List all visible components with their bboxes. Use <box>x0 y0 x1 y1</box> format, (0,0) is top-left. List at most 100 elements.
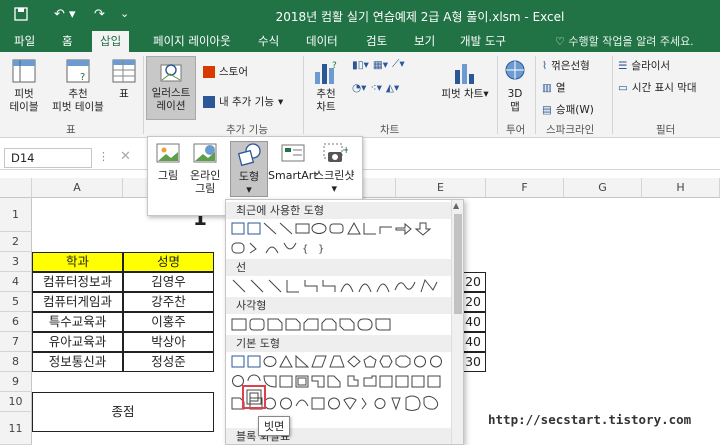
online-pictures-button[interactable]: 온라인 그림 <box>190 141 220 195</box>
area-chart-icon[interactable]: ◭▾ <box>386 82 399 94</box>
scroll-up-icon[interactable]: ▲ <box>453 201 459 210</box>
smartart-button[interactable]: SmartArt <box>268 141 318 182</box>
total-label-cell[interactable]: 종점 <box>32 392 214 432</box>
sparkline-winloss-label: 승패(W) <box>555 104 594 116</box>
tab-review[interactable]: 검토 <box>366 33 387 49</box>
slicer-button[interactable]: ☰ 슬라이서 <box>618 58 670 73</box>
tab-developer[interactable]: 개발 도구 <box>460 33 506 49</box>
screenshot-button[interactable]: + 스크린샷 ▾ <box>314 141 354 195</box>
table-label: 표 <box>119 88 129 100</box>
row-header[interactable]: 1 <box>0 198 32 232</box>
my-addins-button[interactable]: 내 추가 기능 ▾ <box>203 94 283 109</box>
pictures-button[interactable]: 그림 <box>154 141 182 182</box>
rectangles-row[interactable] <box>230 316 450 334</box>
column-chart-icon[interactable]: ▮▯▾ <box>352 59 369 71</box>
store-icon <box>203 65 215 78</box>
column-header[interactable]: A <box>32 178 123 198</box>
row-header[interactable]: 10 <box>0 392 32 412</box>
row-header[interactable]: 7 <box>0 332 32 352</box>
row-header[interactable]: 4 <box>0 272 32 292</box>
recent-shapes-row[interactable]: {} <box>230 221 450 257</box>
charts-group-label: 차트 <box>380 124 400 136</box>
row-header[interactable]: 8 <box>0 352 32 372</box>
row-header[interactable]: 11 <box>0 412 32 445</box>
sparkline-line-label: 꺾은선형 <box>551 60 590 72</box>
chevron-down-icon: ▾ <box>277 95 284 108</box>
smartart-label: SmartArt <box>268 169 318 182</box>
tab-formulas[interactable]: 수식 <box>258 33 279 49</box>
header-cell[interactable]: 성명 <box>123 252 214 272</box>
sparklines-group-label: 스파크라인 <box>546 124 595 136</box>
row-header[interactable]: 9 <box>0 372 32 392</box>
chart-types-row-1[interactable]: ▮▯▾ ▦▾ ⟋▾ <box>352 58 405 71</box>
title-bar: ↶ ▾ ↷ ⌄ 2018년 컴활 실기 연습예제 2급 A형 풀이.xlsm -… <box>0 0 720 30</box>
line-sparkline-icon: ⌇ <box>542 59 548 72</box>
column-header[interactable]: E <box>396 178 486 198</box>
online-pictures-label: 온라인 그림 <box>190 169 221 195</box>
3d-map-button[interactable]: 3D 맵 <box>502 58 528 114</box>
tab-file[interactable]: 파일 <box>14 33 35 49</box>
row-header[interactable]: 5 <box>0 292 32 312</box>
row-header[interactable]: 3 <box>0 252 32 272</box>
chevron-down-icon: ▾ <box>483 88 489 100</box>
store-button[interactable]: 스토어 <box>203 64 248 79</box>
tab-view[interactable]: 보기 <box>414 33 435 49</box>
recommended-pivot-label: 추천 피벗 테이블 <box>52 88 104 113</box>
row-header[interactable]: 2 <box>0 232 32 252</box>
table-cell[interactable]: 컴퓨터정보과 <box>32 272 123 292</box>
recommended-pivot-button[interactable]: ? 추천 피벗 테이블 <box>52 58 104 114</box>
tell-me-search[interactable]: ♡ 수행할 작업을 알려 주세요. <box>555 33 694 49</box>
chart-types-row-2[interactable]: ◔▾ ⁖▾ ◭▾ <box>352 82 399 94</box>
header-cell[interactable]: 학과 <box>32 252 123 272</box>
sparkline-line-button[interactable]: ⌇ 꺾은선형 <box>542 58 590 73</box>
pivot-chart-button[interactable]: 피벗 차트▾ <box>436 58 494 101</box>
illustrations-icon <box>160 64 182 82</box>
tab-data[interactable]: 데이터 <box>306 33 338 49</box>
name-box[interactable]: D14 <box>4 148 92 168</box>
tab-page-layout[interactable]: 페이지 레이아웃 <box>153 33 231 49</box>
tab-home[interactable]: 홈 <box>62 33 73 49</box>
line-chart-icon[interactable]: ⟋▾ <box>392 58 405 71</box>
pivot-table-button[interactable]: 피벗 테이블 <box>6 58 42 114</box>
globe-icon <box>505 60 525 80</box>
lines-row[interactable] <box>230 278 450 296</box>
table-button[interactable]: 표 <box>110 58 138 101</box>
scatter-chart-icon[interactable]: ⁖▾ <box>370 82 381 94</box>
scrollbar-thumb[interactable] <box>454 214 462 314</box>
sparkline-column-label: 열 <box>555 82 566 94</box>
tab-insert[interactable]: 삽입 <box>92 31 130 52</box>
sparkline-column-button[interactable]: ▥ 열 <box>542 80 566 95</box>
gallery-scrollbar[interactable]: ▲ <box>451 200 463 444</box>
column-header[interactable]: G <box>564 178 642 198</box>
table-cell[interactable]: 박상아 <box>123 332 214 352</box>
table-cell[interactable]: 정보통신과 <box>32 352 123 372</box>
column-header[interactable]: H <box>642 178 720 198</box>
svg-text:}: } <box>318 244 324 255</box>
slicer-icon: ☰ <box>618 59 628 72</box>
timeline-button[interactable]: ▭ 시간 표시 막대 <box>618 80 697 95</box>
table-cell[interactable]: 김영우 <box>123 272 214 292</box>
select-all-corner[interactable] <box>0 178 32 198</box>
table-cell[interactable]: 유아교육과 <box>32 332 123 352</box>
3d-map-label: 3D 맵 <box>507 88 523 113</box>
table-cell[interactable]: 컴퓨터게임과 <box>32 292 123 312</box>
cancel-icon[interactable]: ✕ <box>120 149 131 164</box>
recommended-charts-button[interactable]: ? 추천 차트 <box>306 58 346 114</box>
table-cell[interactable]: 강주찬 <box>123 292 214 312</box>
illustrations-button[interactable]: 일러스트 레이션 <box>146 56 196 120</box>
picture-icon <box>156 143 180 163</box>
row-header[interactable]: 6 <box>0 312 32 332</box>
table-cell[interactable]: 정성준 <box>123 352 214 372</box>
column-header[interactable]: F <box>486 178 564 198</box>
table-cell[interactable]: 이홍주 <box>123 312 214 332</box>
pie-chart-icon[interactable]: ◔▾ <box>352 82 366 94</box>
online-picture-icon <box>193 143 217 163</box>
hierarchy-chart-icon[interactable]: ▦▾ <box>373 59 388 71</box>
filters-group-label: 필터 <box>656 124 676 136</box>
tables-group-label: 표 <box>66 124 76 136</box>
column-sparkline-icon: ▥ <box>542 81 552 94</box>
shapes-button[interactable]: 도형 ▾ <box>230 141 268 197</box>
sparkline-winloss-button[interactable]: ▤ 승패(W) <box>542 102 594 117</box>
table-cell[interactable]: 특수교육과 <box>32 312 123 332</box>
bevel-shape-highlight[interactable] <box>242 385 266 409</box>
